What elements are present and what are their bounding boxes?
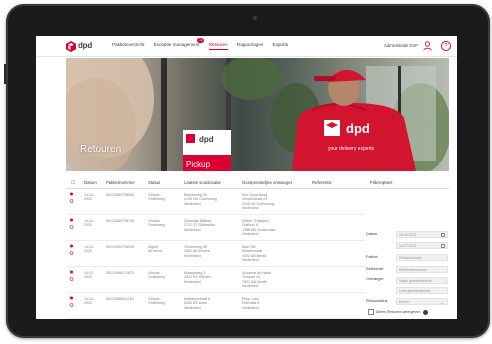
filter-panel: Filteropties Datum 16-06-2022 16-07-2022… — [366, 173, 449, 319]
nav-item-rapportages[interactable]: Rapportages — [237, 42, 263, 49]
dpd-logo[interactable]: dpd — [66, 41, 106, 52]
sign-pickup-text: Pickup — [186, 160, 211, 169]
table-header: ☐ Datum Pakketnummer Status Laatste scan… — [66, 177, 366, 189]
nav-item-label: Exceptie management — [153, 42, 200, 47]
cell-datum: 14-01- 2020 — [84, 219, 95, 228]
page-title: Retouren — [80, 144, 122, 155]
nav-item-exceptie-management[interactable]: Exceptie management 12 — [153, 38, 205, 49]
cell-datum: 14-01- 2020 — [84, 271, 95, 280]
cell-scanlocatie: Kastanjestraat 8 5400 BS Uden Nederland — [184, 297, 210, 310]
main-menu: Pakketoverzicht Exceptie management 12 Re… — [112, 38, 296, 50]
camera-icon — [253, 16, 257, 20]
cell-status: Ontvan Onderweg — [148, 193, 165, 202]
logo-text: dpd — [78, 41, 93, 50]
cell-status: Afgele bij retour — [148, 245, 162, 254]
naam-geadresseerde-input[interactable]: Naam geadresseerde — [396, 277, 448, 284]
help-icon[interactable]: ? — [441, 41, 451, 51]
cell-pakketnummer: 05123086541152 — [106, 297, 134, 301]
returns-table: ☐ Datum Pakketnummer Status Laatste scan… — [66, 173, 366, 319]
cell-scanlocatie: Bakkerweg 25 4105 NH Culemborg Nederland — [184, 193, 217, 206]
calendar-icon[interactable] — [441, 244, 445, 248]
hero-photo: dpd Pickup dpd your delivery experts — [66, 58, 449, 171]
account-name[interactable]: Administratie DVP — [384, 43, 418, 48]
location-pin-icon — [69, 270, 74, 281]
retourstatus-value: Kiezen — [399, 300, 410, 304]
location-pin-icon — [69, 218, 74, 229]
calendar-icon[interactable] — [441, 233, 445, 237]
cell-status: Ontvan Onderweg — [148, 271, 165, 280]
user-icon[interactable] — [423, 41, 432, 51]
dpd-cube-icon — [66, 41, 76, 52]
column-header-referentie[interactable]: Referentie — [312, 180, 332, 185]
cell-pakketnummer: 05123094796325 — [106, 245, 134, 249]
table-row[interactable]: 14-01- 2020 05123094796325 Afgele bij re… — [66, 241, 366, 267]
cell-ontvanger: Peter Lam Driehoek 8 Nederland — [242, 297, 260, 310]
pakketnummer-input[interactable]: Pakketnummer — [396, 254, 448, 261]
cell-scanlocatie: Vlinderweg 35 3452 AB Almere Nederland — [184, 245, 210, 258]
notification-badge: 12 — [197, 38, 205, 43]
location-pin-icon — [69, 192, 74, 203]
cell-scanlocatie: Zwaantje Bijlsma 3712 ST Rotterdam Neder… — [184, 219, 216, 232]
filter-label-datum: Datum — [366, 232, 378, 236]
cell-status: Ontvan Onderweg — [148, 219, 165, 228]
nav-item-exports[interactable]: Exports — [273, 42, 289, 49]
date-to-input[interactable]: 16-07-2022 — [396, 242, 448, 249]
cell-pakketnummer: 05123089738705 — [106, 219, 134, 223]
nav-item-retouren[interactable]: Retouren — [208, 42, 228, 50]
table-row[interactable]: 14-01- 2020 05123089738705 Ontvan Onderw… — [66, 215, 366, 241]
cell-scanlocatie: Klaasjeweg 3 4302 KX Vlijmen Nederland — [184, 271, 211, 284]
tablet-side-button — [4, 64, 6, 84]
table-row[interactable]: 14-01- 2020 05123086541152 Ontvan Onderw… — [66, 293, 366, 319]
sign-brand-text: dpd — [199, 135, 214, 144]
select-all-checkbox[interactable]: ☐ — [71, 180, 75, 186]
filter-label-retourstatus: Retourstatus — [366, 299, 388, 303]
filter-label-ontvanger: Ontvanger — [366, 277, 384, 281]
referentie-input[interactable]: Referentienummer — [396, 266, 448, 273]
shirt-brand-text: dpd — [346, 121, 370, 136]
cell-ontvanger: Suzanne de Haan Tuinpad 24 7821 DA Zwoll… — [242, 271, 271, 289]
cell-ontvanger: Boef Vel Mulderstraat 4002 AB Breda Nede… — [242, 245, 267, 263]
column-header-oorspronkelijke-ontvanger[interactable]: Oorspronkelijke ontvanger — [242, 180, 292, 185]
date-to-value: 16-07-2022 — [399, 244, 417, 248]
filter-label-referentie: Referentie — [366, 267, 384, 271]
date-from-value: 16-06-2022 — [399, 233, 417, 237]
location-pin-icon — [69, 296, 74, 307]
tablet-device: dpd Pakketoverzicht Exceptie management 1… — [4, 4, 490, 338]
nav-item-pakketoverzicht[interactable]: Pakketoverzicht — [112, 42, 144, 49]
table-row[interactable]: 14-01- 2020 05123089738854 Ontvan Onderw… — [66, 189, 366, 215]
top-navbar: dpd Pakketoverzicht Exceptie management 1… — [36, 36, 457, 57]
filter-label-pakket: Pakket — [366, 255, 378, 259]
cell-status: Ontvan Onderweg — [148, 297, 165, 306]
filter-panel-header: Filteropties — [366, 177, 449, 189]
chevron-down-icon: ⌄ — [440, 300, 444, 305]
hero-banner: dpd Pickup dpd your delivery experts Ret… — [66, 58, 449, 171]
app-screen: dpd Pakketoverzicht Exceptie management 1… — [36, 36, 457, 319]
column-header-status[interactable]: Status — [148, 180, 160, 185]
filter-panel-lower — [360, 311, 442, 323]
cell-datum: 14-01- 2020 — [84, 297, 95, 306]
table-row[interactable]: 14-01- 2020 05123098274879 Ontvan Onderw… — [66, 267, 366, 293]
filter-panel-title: Filteropties — [370, 180, 393, 185]
land-geadresseerde-input[interactable]: Land geadresseerde — [396, 287, 448, 294]
shirt-slogan-text: your delivery experts — [328, 146, 375, 152]
retourstatus-select[interactable]: Kiezen ⌄ — [396, 298, 448, 305]
location-pin-icon — [69, 244, 74, 255]
cell-ontvanger: Kim Gevenberg Vlinderstraat 23 4105 NL C… — [242, 193, 275, 211]
cell-datum: 14-01- 2020 — [84, 193, 95, 202]
cell-ontvanger: Esther Tresbijker Duifhuis 6 1388 MK Ams… — [242, 219, 276, 237]
column-header-pakketnummer[interactable]: Pakketnummer — [106, 180, 135, 185]
cell-pakketnummer: 05123098274879 — [106, 271, 134, 275]
column-header-laatste-scanlocatie[interactable]: Laatste scanlocatie — [184, 180, 221, 185]
cell-pakketnummer: 05123089738854 — [106, 193, 134, 197]
column-header-datum[interactable]: Datum — [84, 180, 97, 185]
cell-datum: 14-01- 2020 — [84, 245, 95, 254]
date-from-input[interactable]: 16-06-2022 — [396, 231, 448, 238]
